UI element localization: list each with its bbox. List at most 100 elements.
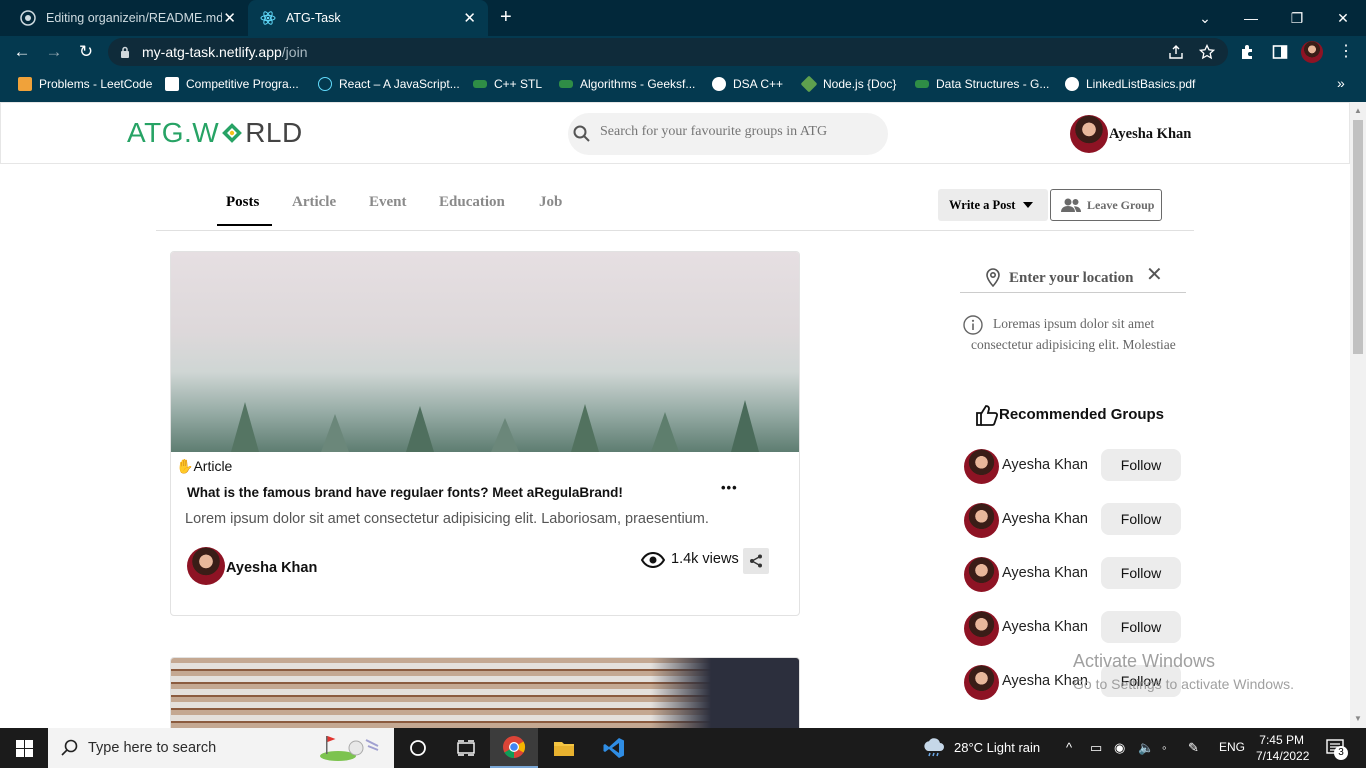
content-tabs: Posts Article Event Education Job Write … (156, 164, 1194, 231)
restore-icon[interactable]: ❐ (1274, 0, 1320, 36)
follow-button[interactable]: Follow (1101, 557, 1181, 589)
scroll-down-icon[interactable]: ▼ (1354, 714, 1362, 723)
search-input[interactable] (600, 124, 870, 140)
scrollbar-thumb[interactable] (1353, 120, 1363, 354)
bookmark-competitive[interactable]: Competitive Progra... (165, 77, 299, 91)
author-avatar[interactable] (187, 547, 225, 585)
author-name[interactable]: Ayesha Khan (226, 560, 317, 576)
extensions-icon[interactable] (1239, 44, 1255, 60)
forward-icon[interactable]: → (43, 42, 65, 64)
clear-location-icon[interactable]: ✕ (1146, 262, 1163, 287)
share-button[interactable] (743, 548, 769, 574)
chrome-menu-icon[interactable]: ⋮ (1338, 41, 1354, 61)
new-tab-icon[interactable]: + (500, 6, 512, 29)
bookmark-algorithms[interactable]: Algorithms - Geeksf... (559, 77, 695, 91)
follow-button[interactable]: Follow (1101, 449, 1181, 481)
tab-search-chevron-icon[interactable]: ⌄ (1182, 0, 1228, 36)
tray-chevron-icon[interactable]: ^ (1066, 740, 1072, 755)
network-icon[interactable]: ◉ (1114, 740, 1125, 756)
group-name[interactable]: Ayesha Khan (1002, 565, 1088, 581)
windows-taskbar: Type here to search 28°C Light rain ^ ▭ … (0, 728, 1366, 768)
lock-icon[interactable] (120, 46, 130, 58)
more-bookmarks-icon[interactable]: » (1337, 75, 1345, 91)
react-icon (260, 11, 276, 25)
group-avatar[interactable] (964, 503, 999, 538)
bookmark-react[interactable]: React – A JavaScript... (318, 77, 460, 91)
chrome-taskbar-icon[interactable] (490, 728, 538, 768)
browser-tab-atg[interactable]: ATG-Task ✕ (248, 0, 488, 36)
post-title[interactable]: What is the famous brand have regulaer f… (187, 485, 623, 500)
user-avatar[interactable] (1070, 115, 1108, 153)
browser-tab-github[interactable]: Editing organizein/README.md a ✕ (8, 0, 248, 36)
more-options-icon[interactable]: ••• (721, 480, 738, 495)
vscode-icon[interactable] (590, 728, 638, 768)
bookmark-linkedlist-pdf[interactable]: LinkedListBasics.pdf (1065, 77, 1195, 91)
group-name[interactable]: Ayesha Khan (1002, 457, 1088, 473)
post-card[interactable]: ✋Article What is the famous brand have r… (170, 251, 800, 616)
recommended-group-row: Ayesha Khan Follow (964, 665, 1184, 701)
file-explorer-icon[interactable] (540, 728, 588, 768)
volume-icon[interactable]: 🔈 (1138, 740, 1154, 756)
bookmark-star-icon[interactable] (1199, 44, 1215, 60)
tab-event[interactable]: Event (369, 194, 407, 211)
taskbar-search[interactable]: Type here to search (48, 728, 394, 768)
pen-icon[interactable]: ✎ (1188, 740, 1199, 756)
task-view-icon[interactable] (394, 728, 442, 768)
group-name[interactable]: Ayesha Khan (1002, 673, 1088, 689)
tab-job[interactable]: Job (539, 194, 562, 211)
bookmark-cpp-stl[interactable]: C++ STL (473, 77, 542, 91)
group-name[interactable]: Ayesha Khan (1002, 619, 1088, 635)
group-avatar[interactable] (964, 557, 999, 592)
bookmarks-bar: Problems - LeetCode Competitive Progra..… (0, 68, 1366, 102)
clock[interactable]: 7:45 PM 7/14/2022 (1256, 732, 1309, 764)
group-search[interactable] (568, 113, 888, 155)
bookmark-leetcode[interactable]: Problems - LeetCode (18, 77, 152, 91)
follow-button[interactable]: Follow (1101, 503, 1181, 535)
clock-time: 7:45 PM (1259, 733, 1304, 747)
atg-logo[interactable]: ATG.W RLD (127, 117, 303, 149)
bookmark-dsa[interactable]: DSA C++ (712, 77, 783, 91)
tab-article[interactable]: Article (292, 194, 336, 211)
mic-icon[interactable]: ◦ (1162, 740, 1167, 755)
close-tab-icon[interactable]: ✕ (223, 9, 236, 27)
post-card[interactable] (170, 657, 800, 728)
search-icon (61, 739, 78, 756)
close-tab-icon[interactable]: ✕ (463, 9, 476, 27)
write-post-button[interactable]: Write a Post (938, 189, 1048, 221)
close-window-icon[interactable]: ✕ (1320, 0, 1366, 36)
bookmark-data-structures[interactable]: Data Structures - G... (915, 77, 1049, 91)
battery-icon[interactable]: ▭ (1090, 740, 1102, 756)
back-icon[interactable]: ← (11, 42, 33, 64)
github-icon (20, 10, 36, 26)
bookmark-nodejs[interactable]: Node.js {Doc} (800, 75, 896, 93)
side-panel-icon[interactable] (1272, 44, 1288, 60)
tab-posts[interactable]: Posts (226, 194, 259, 211)
group-name[interactable]: Ayesha Khan (1002, 511, 1088, 527)
reload-icon[interactable]: ↻ (75, 42, 97, 64)
minimize-icon[interactable]: — (1228, 0, 1274, 36)
leave-group-button[interactable]: Leave Group (1050, 189, 1162, 221)
tree-shape (571, 404, 599, 452)
widgets-icon[interactable] (442, 728, 490, 768)
group-avatar[interactable] (964, 665, 999, 700)
leetcode-icon (18, 77, 32, 91)
notifications-button[interactable]: 3 (1326, 738, 1348, 763)
follow-button[interactable]: Follow (1101, 611, 1181, 643)
page-scrollbar[interactable]: ▲ ▼ (1350, 102, 1366, 728)
group-avatar[interactable] (964, 449, 999, 484)
tab-education[interactable]: Education (439, 194, 505, 211)
user-name[interactable]: Ayesha Khan (1109, 126, 1191, 143)
scroll-up-icon[interactable]: ▲ (1354, 106, 1362, 115)
location-field[interactable]: Enter your location ✕ (960, 262, 1186, 293)
language-indicator[interactable]: ENG (1219, 740, 1245, 754)
follow-button[interactable]: Follow (1101, 665, 1181, 697)
address-bar[interactable]: my-atg-task.netlify.app/join (108, 38, 1228, 66)
weather-text[interactable]: 28°C Light rain (954, 740, 1040, 755)
share-page-icon[interactable] (1168, 44, 1184, 60)
recommended-group-row: Ayesha Khan Follow (964, 611, 1184, 647)
start-button[interactable] (0, 728, 48, 768)
share-icon (750, 554, 762, 568)
profile-avatar[interactable] (1301, 41, 1323, 63)
url-path: /join (281, 44, 308, 60)
group-avatar[interactable] (964, 611, 999, 646)
